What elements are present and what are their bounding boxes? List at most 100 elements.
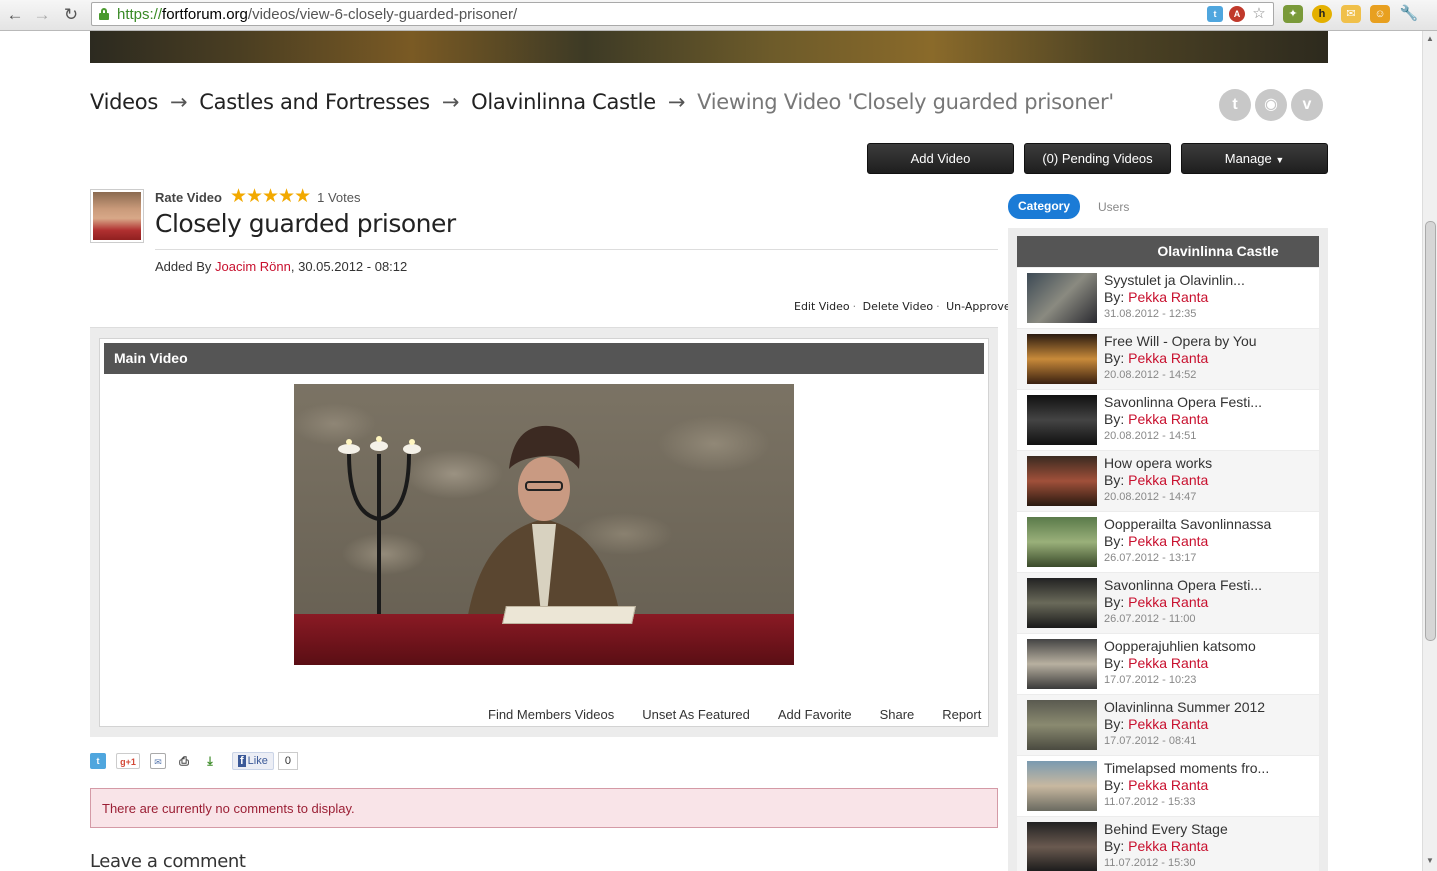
- address-bar[interactable]: https://fortforum.org/videos/view-6-clos…: [91, 2, 1274, 26]
- list-item[interactable]: Free Will - Opera by You By: Pekka Ranta 2…: [1017, 329, 1319, 390]
- author-link[interactable]: Joacim Rönn: [215, 259, 291, 274]
- add-favorite-link[interactable]: Add Favorite: [778, 707, 852, 722]
- share-link[interactable]: Share: [880, 707, 915, 722]
- reload-icon[interactable]: ↻: [60, 4, 82, 26]
- list-item[interactable]: How opera works By: Pekka Ranta 20.08.2012…: [1017, 451, 1319, 512]
- author-link[interactable]: Pekka Ranta: [1128, 533, 1208, 549]
- video-thumbnail[interactable]: [1027, 517, 1097, 567]
- extension-h-icon[interactable]: h: [1312, 5, 1332, 23]
- edit-video-link[interactable]: Edit Video: [794, 300, 850, 313]
- author-link[interactable]: Pekka Ranta: [1128, 655, 1208, 671]
- forward-arrow-icon[interactable]: →: [31, 4, 53, 26]
- related-video-title[interactable]: How opera works: [1104, 455, 1212, 471]
- vimeo-icon[interactable]: v: [1291, 89, 1323, 121]
- facebook-like: f Like 0: [232, 752, 298, 770]
- list-item[interactable]: Savonlinna Opera Festi... By: Pekka Ranta…: [1017, 573, 1319, 634]
- twitter-icon[interactable]: t: [1219, 89, 1251, 121]
- related-video-author: By: Pekka Ranta: [1104, 411, 1209, 427]
- related-video-title[interactable]: Oopperailta Savonlinnassa: [1104, 516, 1271, 532]
- video-thumbnail[interactable]: [1027, 273, 1097, 323]
- video-thumbnail[interactable]: [1027, 822, 1097, 871]
- related-video-author: By: Pekka Ranta: [1104, 777, 1209, 793]
- list-item[interactable]: Oopperailta Savonlinnassa By: Pekka Ranta…: [1017, 512, 1319, 573]
- divider: [155, 249, 998, 250]
- video-thumbnail[interactable]: [1027, 456, 1097, 506]
- related-video-title[interactable]: Free Will - Opera by You: [1104, 333, 1257, 349]
- page-title: Closely guarded prisoner: [155, 209, 456, 238]
- email-icon[interactable]: ✉: [150, 753, 166, 769]
- manage-button[interactable]: Manage ▼: [1181, 143, 1328, 174]
- author-link[interactable]: Pekka Ranta: [1128, 472, 1208, 488]
- related-video-list: Syystulet ja Olavinlin... By: Pekka Ranta…: [1017, 268, 1319, 871]
- delete-video-link[interactable]: Delete Video: [863, 300, 933, 313]
- add-video-button[interactable]: Add Video: [867, 143, 1014, 174]
- unset-featured-link[interactable]: Unset As Featured: [642, 707, 750, 722]
- video-player[interactable]: [294, 384, 794, 665]
- related-video-title[interactable]: Timelapsed moments fro...: [1104, 760, 1269, 776]
- download-icon[interactable]: ⤓: [202, 753, 218, 769]
- facebook-icon: f: [238, 755, 246, 767]
- leave-comment-heading: Leave a comment: [90, 851, 246, 871]
- wrench-icon[interactable]: 🔧: [1399, 5, 1419, 23]
- related-video-date: 20.08.2012 - 14:51: [1104, 430, 1197, 442]
- author-link[interactable]: Pekka Ranta: [1128, 838, 1208, 854]
- related-video-title[interactable]: Savonlinna Opera Festi...: [1104, 394, 1262, 410]
- related-video-title[interactable]: Behind Every Stage: [1104, 821, 1228, 837]
- list-item[interactable]: Behind Every Stage By: Pekka Ranta 11.07.2…: [1017, 817, 1319, 871]
- list-item[interactable]: Timelapsed moments fro... By: Pekka Ranta…: [1017, 756, 1319, 817]
- rss-icon[interactable]: ◉: [1255, 89, 1287, 121]
- video-thumbnail[interactable]: [1027, 700, 1097, 750]
- related-video-author: By: Pekka Ranta: [1104, 289, 1209, 305]
- author-link[interactable]: Pekka Ranta: [1128, 777, 1208, 793]
- list-item[interactable]: Olavinlinna Summer 2012 By: Pekka Ranta 17…: [1017, 695, 1319, 756]
- related-video-title[interactable]: Syystulet ja Olavinlin...: [1104, 272, 1245, 288]
- tab-category[interactable]: Category: [1008, 194, 1081, 219]
- author-link[interactable]: Pekka Ranta: [1128, 350, 1208, 366]
- author-link[interactable]: Pekka Ranta: [1128, 289, 1208, 305]
- scroll-thumb[interactable]: [1425, 221, 1436, 641]
- video-thumbnail[interactable]: [1027, 761, 1097, 811]
- extension-face-icon[interactable]: ☺: [1370, 5, 1390, 23]
- author-link[interactable]: Pekka Ranta: [1128, 716, 1208, 732]
- extension-icon[interactable]: ✦: [1283, 5, 1303, 23]
- scroll-up-icon[interactable]: ▲: [1426, 34, 1434, 43]
- mail-icon[interactable]: ✉: [1341, 5, 1361, 23]
- breadcrumb-videos[interactable]: Videos: [90, 90, 158, 114]
- related-video-title[interactable]: Oopperajuhlien katsomo: [1104, 638, 1256, 654]
- scroll-down-icon[interactable]: ▼: [1426, 856, 1434, 865]
- google-plus-icon[interactable]: g+1: [116, 753, 140, 769]
- facebook-like-button[interactable]: f Like: [232, 752, 274, 770]
- report-link[interactable]: Report: [942, 707, 981, 722]
- related-video-date: 11.07.2012 - 15:30: [1104, 857, 1196, 869]
- list-item[interactable]: Oopperajuhlien katsomo By: Pekka Ranta 17.…: [1017, 634, 1319, 695]
- caret-down-icon: ▼: [1275, 155, 1285, 165]
- find-members-videos-link[interactable]: Find Members Videos: [488, 707, 614, 722]
- video-thumbnail[interactable]: [1027, 334, 1097, 384]
- avatar[interactable]: [90, 189, 144, 243]
- twitter-extension-icon[interactable]: t: [1207, 6, 1223, 22]
- author-link[interactable]: Pekka Ranta: [1128, 594, 1208, 610]
- list-item[interactable]: Syystulet ja Olavinlin... By: Pekka Ranta…: [1017, 268, 1319, 329]
- star-rating-icon[interactable]: ★★★★★: [230, 187, 311, 206]
- breadcrumb-castles[interactable]: Castles and Fortresses: [199, 90, 430, 114]
- related-video-title[interactable]: Olavinlinna Summer 2012: [1104, 699, 1265, 715]
- breadcrumb-separator: →: [667, 90, 686, 114]
- unapprove-link[interactable]: Un-Approve: [946, 300, 1011, 313]
- list-item[interactable]: Savonlinna Opera Festi... By: Pekka Ranta…: [1017, 390, 1319, 451]
- back-arrow-icon[interactable]: ←: [4, 4, 26, 26]
- url-text[interactable]: https://fortforum.org/videos/view-6-clos…: [117, 6, 517, 23]
- twitter-share-icon[interactable]: t: [90, 753, 106, 769]
- video-thumbnail[interactable]: [1027, 578, 1097, 628]
- video-thumbnail[interactable]: [1027, 639, 1097, 689]
- breadcrumb-olavinlinna[interactable]: Olavinlinna Castle: [471, 90, 656, 114]
- bookmark-star-icon[interactable]: ☆: [1251, 6, 1267, 22]
- author-link[interactable]: Pekka Ranta: [1128, 411, 1208, 427]
- related-video-title[interactable]: Savonlinna Opera Festi...: [1104, 577, 1262, 593]
- adblock-icon[interactable]: A: [1229, 6, 1245, 22]
- pending-videos-button[interactable]: (0) Pending Videos: [1024, 143, 1171, 174]
- page-scrollbar[interactable]: ▲ ▼: [1422, 31, 1437, 871]
- related-video-date: 26.07.2012 - 13:17: [1104, 552, 1197, 564]
- tab-users[interactable]: Users: [1098, 200, 1129, 214]
- print-icon[interactable]: ⎙: [176, 753, 192, 769]
- video-thumbnail[interactable]: [1027, 395, 1097, 445]
